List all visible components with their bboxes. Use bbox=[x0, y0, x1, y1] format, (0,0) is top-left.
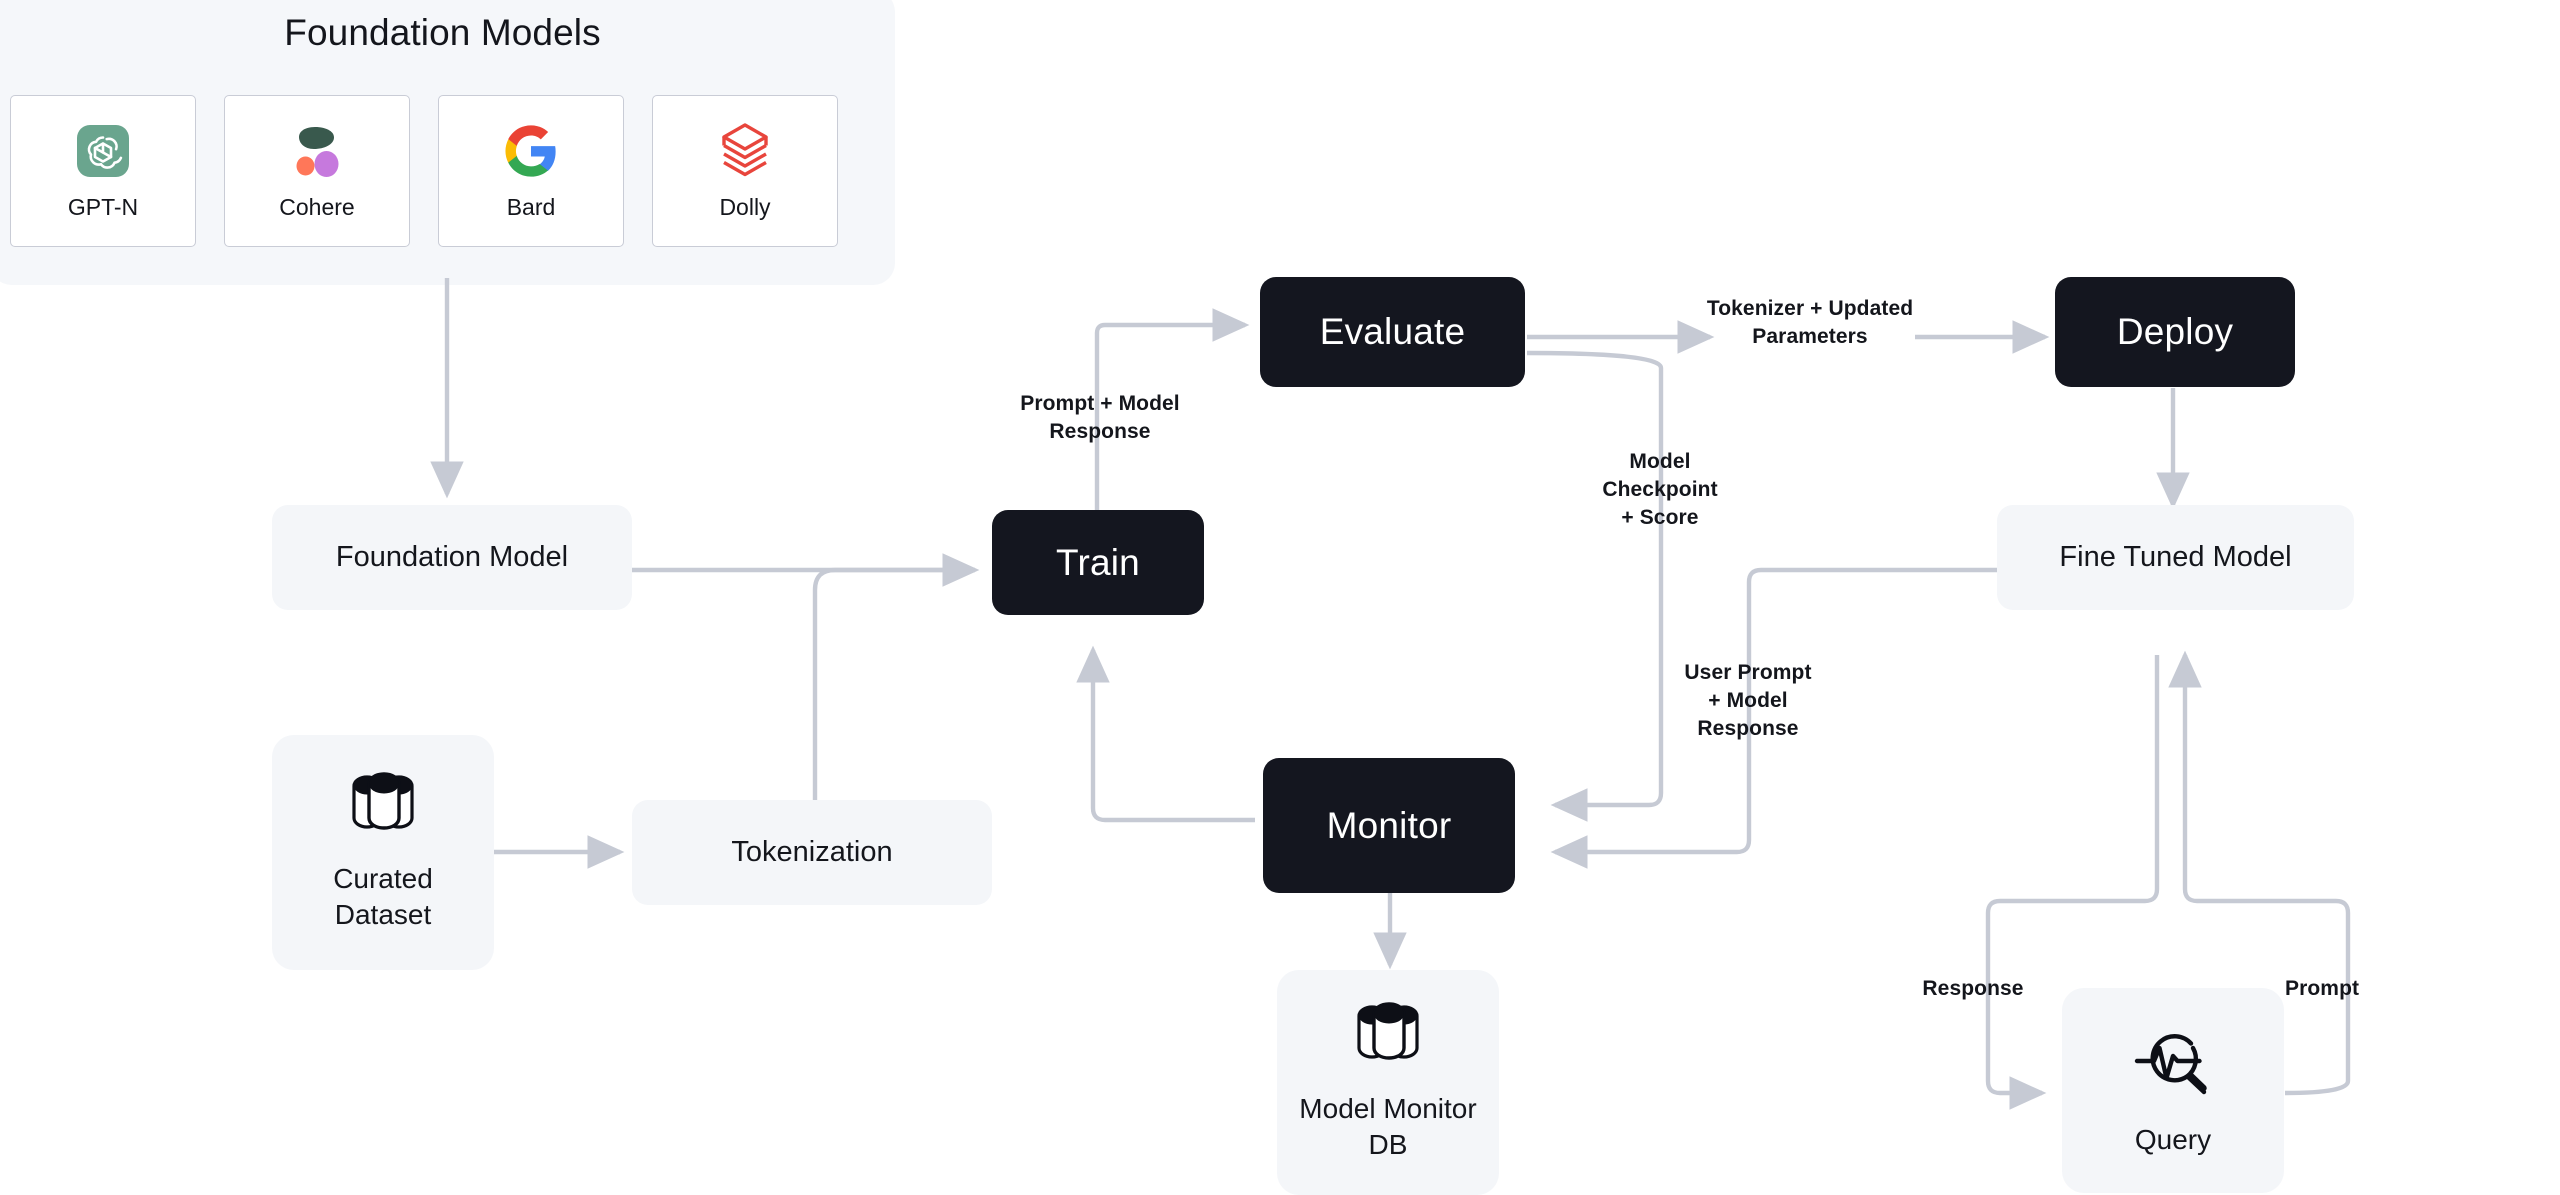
node-label: Fine Tuned Model bbox=[2059, 541, 2292, 573]
edge-label-response: Response bbox=[1922, 977, 2024, 1000]
edge-label-model-checkpoint-score: Model Checkpoint + Score bbox=[1540, 448, 1780, 532]
edge-label-user-prompt-model-response: User Prompt + Model Response bbox=[1628, 659, 1868, 743]
model-card-label: Bard bbox=[506, 194, 556, 220]
edge-label-line-2: Response bbox=[1049, 419, 1151, 443]
databricks-logo-icon bbox=[718, 118, 772, 184]
node-curated-dataset[interactable]: Curated Dataset bbox=[272, 735, 494, 970]
database-icon bbox=[1345, 1002, 1431, 1077]
edge-label-line-1: User Prompt bbox=[1684, 661, 1812, 684]
model-card-cohere[interactable]: Cohere bbox=[224, 95, 410, 247]
edge-label-line-1: Tokenizer + Updated bbox=[1706, 297, 1914, 320]
edge-monitor-to-train bbox=[1076, 645, 1255, 823]
node-foundation-model[interactable]: Foundation Model bbox=[272, 505, 632, 610]
openai-logo-icon bbox=[77, 118, 129, 184]
node-label-line-2: DB bbox=[1368, 1128, 1408, 1160]
edge-label-line-2: Parameters bbox=[1752, 324, 1868, 348]
node-label: Monitor bbox=[1326, 804, 1452, 846]
node-fine-tuned-model[interactable]: Fine Tuned Model bbox=[1997, 505, 2354, 610]
database-icon bbox=[340, 772, 426, 847]
node-model-monitor-db[interactable]: Model Monitor DB bbox=[1277, 970, 1499, 1195]
node-label: Foundation Model bbox=[335, 541, 569, 573]
foundation-models-card-list: GPT-N Cohere Bard Dolly bbox=[10, 95, 838, 247]
node-label-line-1: Curated bbox=[333, 863, 433, 895]
edge-label-line-1: Model bbox=[1629, 450, 1691, 473]
node-label: Evaluate bbox=[1319, 311, 1466, 352]
node-monitor[interactable]: Monitor bbox=[1263, 758, 1515, 893]
node-label: Query bbox=[2134, 1124, 2212, 1155]
node-label-line-2: Dataset bbox=[334, 898, 432, 930]
edge-label-tokenizer-updated-parameters: Tokenizer + Updated Parameters bbox=[1590, 295, 2030, 351]
model-card-label: Dolly bbox=[719, 194, 771, 220]
foundation-models-panel: Foundation Models GPT-N Cohere Bard Doll… bbox=[0, 0, 895, 285]
node-label: Train bbox=[1056, 541, 1140, 583]
panel-title: Foundation Models bbox=[284, 12, 601, 53]
node-query[interactable]: Query bbox=[2062, 988, 2284, 1193]
google-logo-icon bbox=[503, 118, 559, 184]
node-deploy[interactable]: Deploy bbox=[2055, 277, 2295, 387]
edge-label-line-1: Prompt + Model bbox=[1020, 392, 1180, 415]
node-tokenization[interactable]: Tokenization bbox=[632, 800, 992, 905]
diagram-canvas: Foundation Models GPT-N Cohere Bard Doll… bbox=[0, 0, 2560, 1195]
cohere-logo-icon bbox=[289, 118, 345, 184]
model-card-gpt-n[interactable]: GPT-N bbox=[10, 95, 196, 247]
edge-label-line-3: + Score bbox=[1621, 505, 1699, 529]
model-card-dolly[interactable]: Dolly bbox=[652, 95, 838, 247]
node-label: Tokenization bbox=[731, 836, 893, 868]
node-label-line-1: Model Monitor bbox=[1299, 1093, 1477, 1125]
model-card-label: Cohere bbox=[279, 194, 355, 220]
edge-label-prompt: Prompt bbox=[2285, 977, 2360, 1000]
node-evaluate[interactable]: Evaluate bbox=[1260, 277, 1525, 387]
node-train[interactable]: Train bbox=[992, 510, 1204, 615]
node-label: Deploy bbox=[2116, 311, 2234, 352]
model-card-label: GPT-N bbox=[67, 194, 139, 220]
model-card-bard[interactable]: Bard bbox=[438, 95, 624, 247]
edge-label-line-2: Checkpoint bbox=[1602, 477, 1718, 501]
edge-tokenization-to-train-join bbox=[812, 567, 960, 805]
edge-label-prompt-model-response: Prompt + Model Response bbox=[960, 390, 1240, 446]
edge-label-line-3: Response bbox=[1697, 716, 1799, 740]
edge-label-line-2: + Model bbox=[1708, 688, 1788, 712]
query-pulse-search-icon bbox=[2129, 1023, 2217, 1108]
